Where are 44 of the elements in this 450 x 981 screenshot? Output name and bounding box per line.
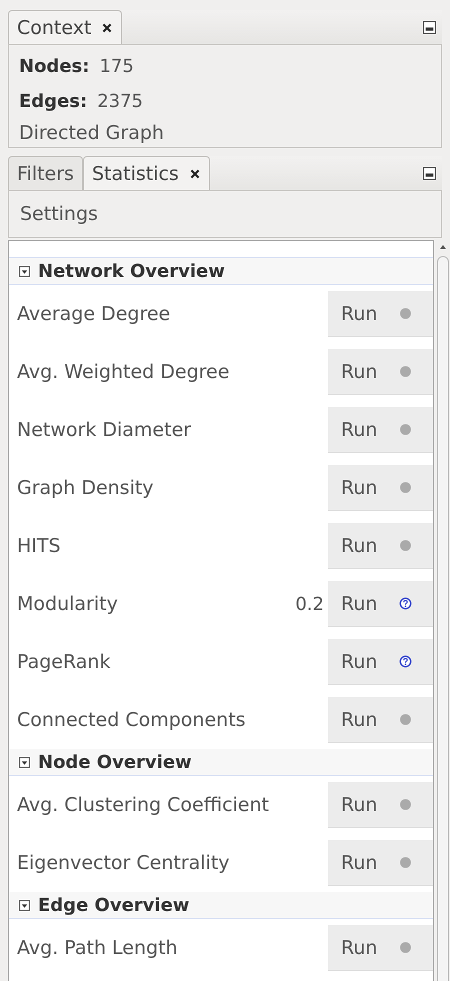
statistic-name: PageRank <box>17 651 112 673</box>
statistic-name: HITS <box>17 535 62 557</box>
panel-tab[interactable]: Statistics <box>82 156 210 190</box>
panel-tab[interactable]: Context <box>8 10 122 44</box>
statistic-name: Connected Components <box>17 709 247 731</box>
run-button[interactable]: Run <box>328 407 433 453</box>
nodes-label: Nodes: <box>19 56 90 77</box>
statistic-name: Avg. Path Length <box>17 937 179 959</box>
run-button[interactable]: Run <box>328 925 433 971</box>
collapse-icon[interactable] <box>19 900 30 910</box>
section-title: Network Overview <box>38 260 225 282</box>
nodes-count: 175 <box>99 56 134 77</box>
collapse-icon[interactable] <box>19 266 30 276</box>
statistic-name: Eigenvector Centrality <box>17 852 231 874</box>
statistic-name: Graph Density <box>17 477 155 499</box>
run-button[interactable]: Run <box>328 639 433 685</box>
edges-count: 2375 <box>97 91 143 112</box>
close-icon[interactable] <box>101 22 114 34</box>
statistic-result: 0.2 <box>295 594 324 614</box>
edges-label: Edges: <box>19 91 88 112</box>
section-title: Node Overview <box>38 752 192 772</box>
run-button[interactable]: Run <box>328 840 433 886</box>
run-button[interactable]: Run <box>328 581 433 627</box>
statistic-name: Avg. Clustering Coefficient <box>17 794 270 816</box>
help-icon[interactable] <box>399 655 412 668</box>
run-button[interactable]: Run <box>328 349 433 395</box>
collapse-icon[interactable] <box>19 756 30 768</box>
statistic-name: Average Degree <box>17 303 172 325</box>
run-button[interactable]: Run <box>328 782 433 828</box>
help-icon[interactable] <box>399 597 412 610</box>
section-title: Edge Overview <box>38 894 190 916</box>
settings-link[interactable]: Settings <box>20 203 98 225</box>
minimize-icon[interactable] <box>423 20 436 34</box>
run-button[interactable]: Run <box>328 523 433 569</box>
statistic-name: Modularity <box>17 593 119 615</box>
run-button[interactable]: Run <box>328 465 433 511</box>
statistic-name: Network Diameter <box>17 419 192 441</box>
run-button[interactable]: Run <box>328 291 433 337</box>
close-icon[interactable] <box>188 168 201 180</box>
minimize-icon[interactable] <box>423 166 436 180</box>
statistic-name: Avg. Weighted Degree <box>17 361 230 383</box>
run-button[interactable]: Run <box>328 697 433 743</box>
panel-tab[interactable]: Filters <box>8 156 83 190</box>
graph-type: Directed Graph <box>19 122 164 144</box>
